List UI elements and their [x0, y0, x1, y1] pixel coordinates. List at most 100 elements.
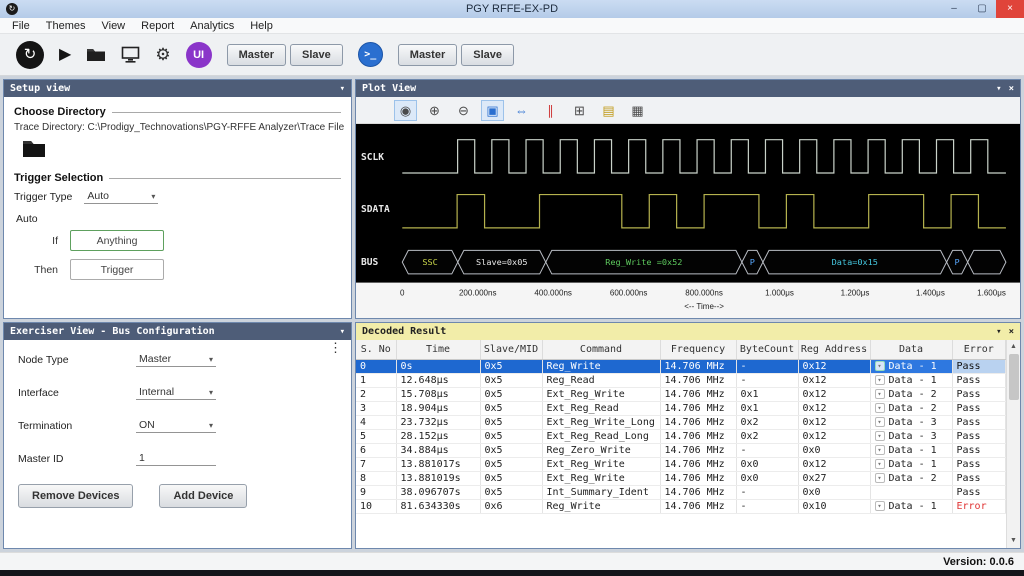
vertical-scrollbar[interactable]: ▲ ▼ — [1006, 340, 1020, 548]
cursor-pair-icon[interactable]: ∥ — [539, 100, 562, 121]
node-type-select[interactable]: Master▾ — [136, 352, 216, 367]
maximize-button[interactable]: ▢ — [968, 0, 996, 18]
cell-bytecount: 0x1 — [736, 388, 798, 402]
result-row[interactable]: 528.152μs0x5Ext_Reg_Read_Long14.706 MHz0… — [356, 430, 1006, 444]
termination-select[interactable]: ON▾ — [136, 418, 216, 433]
exerciser-slave-button[interactable]: Slave — [461, 44, 514, 66]
menu-view[interactable]: View — [93, 20, 133, 32]
app-window: ↻ PGY RFFE-EX-PD – ▢ × FileThemesViewRep… — [0, 0, 1024, 576]
data-expand-icon[interactable]: ▾ — [875, 431, 885, 441]
right-column: Plot View ▾ × ◉⊕⊖▣⇔∥⊞▤▦ SCLKSDATABUSSSCS… — [355, 79, 1021, 549]
cell-reg-address: 0x0 — [798, 444, 870, 458]
result-row[interactable]: 00s0x5Reg_Write14.706 MHz-0x12▾Data - 1P… — [356, 360, 1006, 374]
master-button[interactable]: Master — [227, 44, 286, 66]
fit-view-icon[interactable]: ▣ — [481, 100, 504, 121]
title-bar[interactable]: ↻ PGY RFFE-EX-PD – ▢ × — [0, 0, 1024, 18]
more-options-icon[interactable]: ⋮ — [329, 340, 342, 356]
col-frequency[interactable]: Frequency — [660, 340, 736, 360]
close-icon[interactable]: × — [1009, 327, 1014, 337]
menu-report[interactable]: Report — [133, 20, 182, 32]
cell-reg-address: 0x0 — [798, 486, 870, 500]
cell-error: Pass — [952, 486, 1006, 500]
chevron-down-icon[interactable]: ▾ — [996, 327, 1001, 337]
browse-directory-button[interactable] — [22, 139, 46, 160]
menu-help[interactable]: Help — [242, 20, 281, 32]
menu-themes[interactable]: Themes — [38, 20, 94, 32]
master-id-input[interactable]: 1 — [136, 451, 216, 466]
grid-icon[interactable]: ⊞ — [568, 100, 591, 121]
menu-analytics[interactable]: Analytics — [182, 20, 242, 32]
zoom-select-icon[interactable]: ◉ — [394, 100, 417, 121]
col-error[interactable]: Error — [952, 340, 1006, 360]
zoom-in-icon[interactable]: ⊕ — [423, 100, 446, 121]
data-expand-icon[interactable]: ▾ — [875, 375, 885, 385]
then-action-button[interactable]: Trigger — [70, 259, 164, 280]
data-expand-icon[interactable]: ▾ — [875, 417, 885, 427]
bus-configuration-fields: Node TypeMaster▾InterfaceInternal▾Termin… — [18, 352, 337, 466]
chevron-down-icon[interactable]: ▾ — [996, 84, 1001, 94]
zoom-out-icon[interactable]: ⊖ — [452, 100, 475, 121]
chevron-down-icon[interactable]: ▾ — [340, 327, 345, 337]
table-view-icon[interactable]: ▦ — [626, 100, 649, 121]
data-expand-icon[interactable]: ▾ — [875, 403, 885, 413]
add-device-button[interactable]: Add Device — [159, 484, 247, 508]
cell-s-no: 4 — [356, 416, 396, 430]
result-row[interactable]: 634.884μs0x5Reg_Zero_Write14.706 MHz-0x0… — [356, 444, 1006, 458]
col-reg-address[interactable]: Reg Address — [798, 340, 870, 360]
data-expand-icon[interactable]: ▾ — [875, 445, 885, 455]
col-bytecount[interactable]: ByteCount — [736, 340, 798, 360]
waveform-plot[interactable]: SCLKSDATABUSSSCSlave=0x05Reg_Write =0x52… — [356, 124, 1020, 318]
col-s-no[interactable]: S. No — [356, 340, 396, 360]
trace-directory-label: Trace Directory: — [14, 122, 85, 133]
scrollbar-thumb[interactable] — [1009, 354, 1019, 400]
col-data[interactable]: Data — [870, 340, 952, 360]
ui-badge[interactable]: UI — [186, 42, 212, 68]
result-row[interactable]: 215.708μs0x5Ext_Reg_Write14.706 MHz0x10x… — [356, 388, 1006, 402]
waveform-view[interactable]: SCLKSDATABUSSSCSlave=0x05Reg_Write =0x52… — [356, 124, 1020, 318]
decoded-panel-title: Decoded Result — [362, 326, 446, 337]
scroll-down-icon[interactable]: ▼ — [1010, 534, 1017, 548]
main-toolbar: ↻ ▶ ⚙ UI Master Slave >_ Master Slave — [0, 34, 1024, 76]
result-row[interactable]: 813.881019s0x5Ext_Reg_Write14.706 MHz0x0… — [356, 472, 1006, 486]
data-expand-icon[interactable]: ▾ — [875, 501, 885, 511]
close-icon[interactable]: × — [1009, 84, 1014, 94]
data-expand-icon[interactable]: ▾ — [875, 459, 885, 469]
if-condition-button[interactable]: Anything — [70, 230, 164, 251]
trigger-type-select[interactable]: Auto ▾ — [84, 189, 158, 204]
cell-reg-address: 0x27 — [798, 472, 870, 486]
svg-text:Data=0x15: Data=0x15 — [832, 257, 878, 267]
run-button[interactable]: ▶ — [59, 47, 71, 63]
logo-icon[interactable]: ↻ — [16, 41, 44, 69]
measurement-icon[interactable]: ▤ — [597, 100, 620, 121]
menu-file[interactable]: File — [4, 20, 38, 32]
result-row[interactable]: 112.648μs0x5Reg_Read14.706 MHz-0x12▾Data… — [356, 374, 1006, 388]
settings-button[interactable]: ⚙ — [155, 46, 170, 63]
cell-command: Reg_Write — [542, 500, 660, 514]
col-time[interactable]: Time — [396, 340, 480, 360]
col-slave-mid[interactable]: Slave/MID — [480, 340, 542, 360]
cell-bytecount: - — [736, 500, 798, 514]
result-row[interactable]: 938.096707s0x5Int_Summary_Ident14.706 MH… — [356, 486, 1006, 500]
result-row[interactable]: 318.904μs0x5Ext_Reg_Read14.706 MHz0x10x1… — [356, 402, 1006, 416]
pan-icon[interactable]: ⇔ — [510, 100, 533, 121]
cell-s-no: 1 — [356, 374, 396, 388]
close-button[interactable]: × — [996, 0, 1024, 18]
minimize-button[interactable]: – — [940, 0, 968, 18]
chevron-down-icon[interactable]: ▾ — [340, 84, 345, 94]
exerciser-master-button[interactable]: Master — [398, 44, 457, 66]
interface-select[interactable]: Internal▾ — [136, 385, 216, 400]
col-command[interactable]: Command — [542, 340, 660, 360]
data-expand-icon[interactable]: ▾ — [875, 473, 885, 483]
scroll-up-icon[interactable]: ▲ — [1010, 340, 1017, 354]
open-folder-button[interactable] — [86, 47, 106, 62]
cell-reg-address: 0x12 — [798, 360, 870, 374]
remove-devices-button[interactable]: Remove Devices — [18, 484, 133, 508]
display-button[interactable] — [121, 46, 140, 63]
slave-button[interactable]: Slave — [290, 44, 343, 66]
terminal-icon[interactable]: >_ — [358, 42, 383, 67]
data-expand-icon[interactable]: ▾ — [875, 361, 885, 371]
data-expand-icon[interactable]: ▾ — [875, 389, 885, 399]
result-row[interactable]: 423.732μs0x5Ext_Reg_Write_Long14.706 MHz… — [356, 416, 1006, 430]
result-row[interactable]: 1081.634330s0x6Reg_Write14.706 MHz-0x10▾… — [356, 500, 1006, 514]
result-row[interactable]: 713.881017s0x5Ext_Reg_Write14.706 MHz0x0… — [356, 458, 1006, 472]
